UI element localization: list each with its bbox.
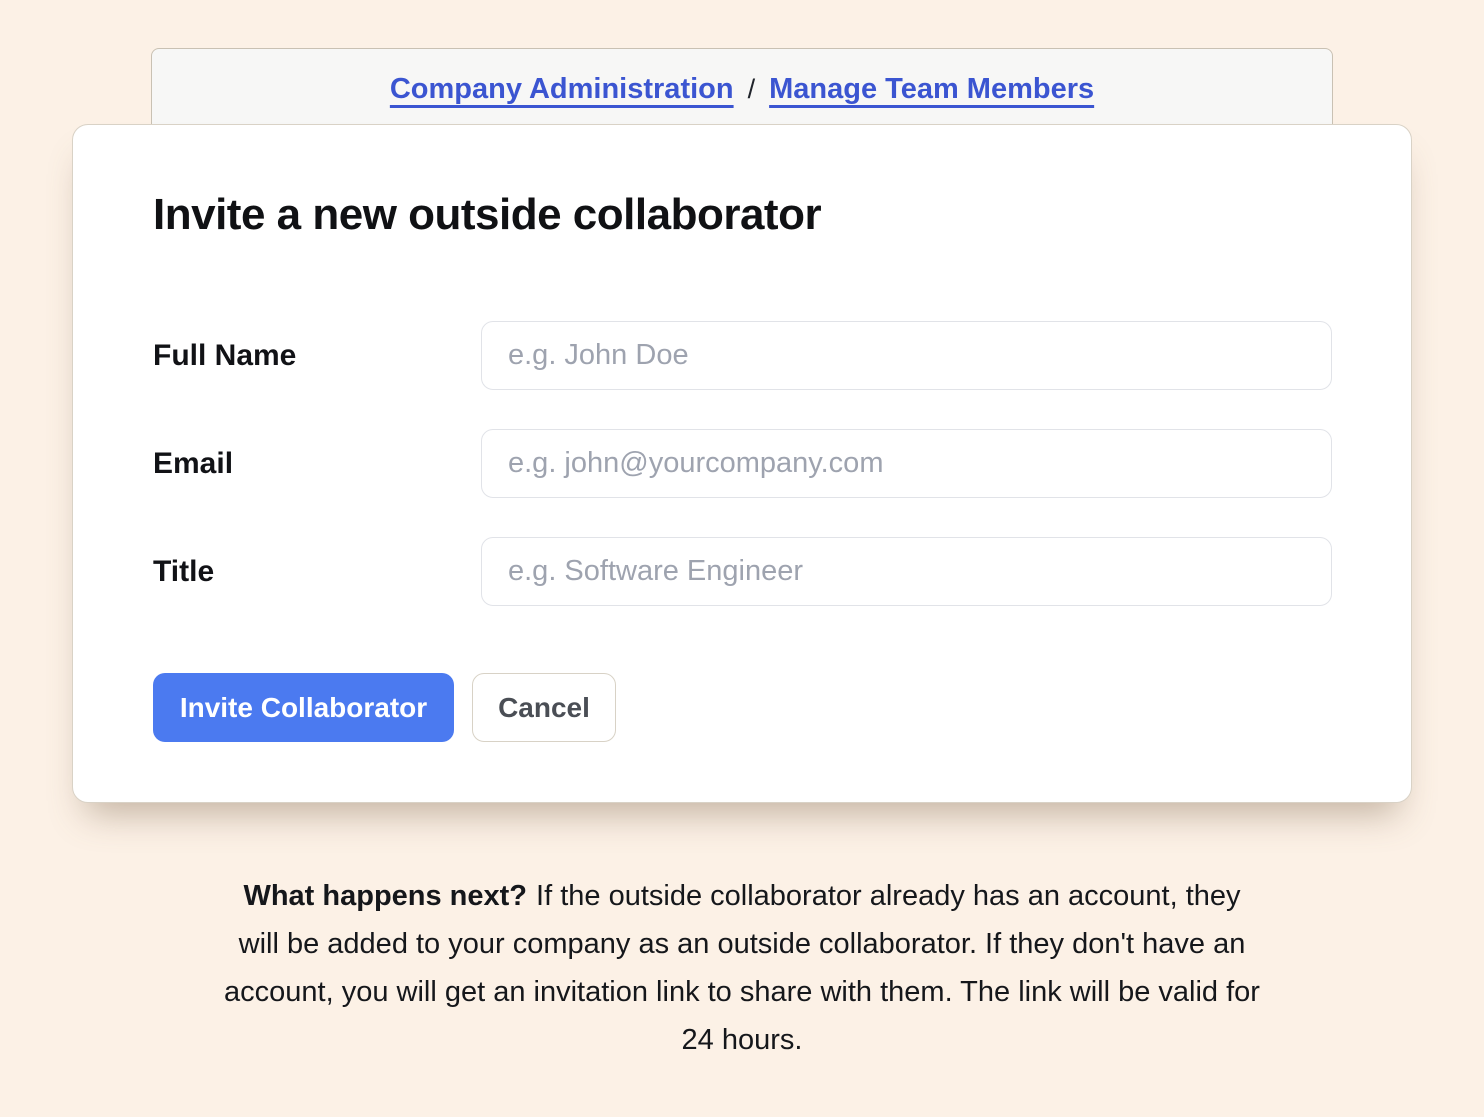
email-input[interactable] [481,429,1332,498]
invite-collaborator-button[interactable]: Invite Collaborator [153,673,454,742]
breadcrumb-separator: / [748,74,756,104]
invite-collaborator-card: Invite a new outside collaborator Full N… [72,124,1412,803]
title-input[interactable] [481,537,1332,606]
breadcrumb-link-company-administration[interactable]: Company Administration [390,73,734,105]
full-name-label: Full Name [153,321,296,390]
email-label: Email [153,429,233,498]
cancel-button[interactable]: Cancel [472,673,616,742]
form-actions: Invite Collaborator Cancel [153,673,616,742]
full-name-input[interactable] [481,321,1332,390]
title-label: Title [153,537,214,606]
page-title: Invite a new outside collaborator [153,191,821,239]
title-row: Title [153,537,1332,606]
what-happens-next-lead: What happens next? [243,880,527,912]
full-name-row: Full Name [153,321,1332,390]
what-happens-next-note: What happens next?If the outside collabo… [222,872,1262,1064]
breadcrumb-link-manage-team-members[interactable]: Manage Team Members [769,73,1094,105]
email-row: Email [153,429,1332,498]
